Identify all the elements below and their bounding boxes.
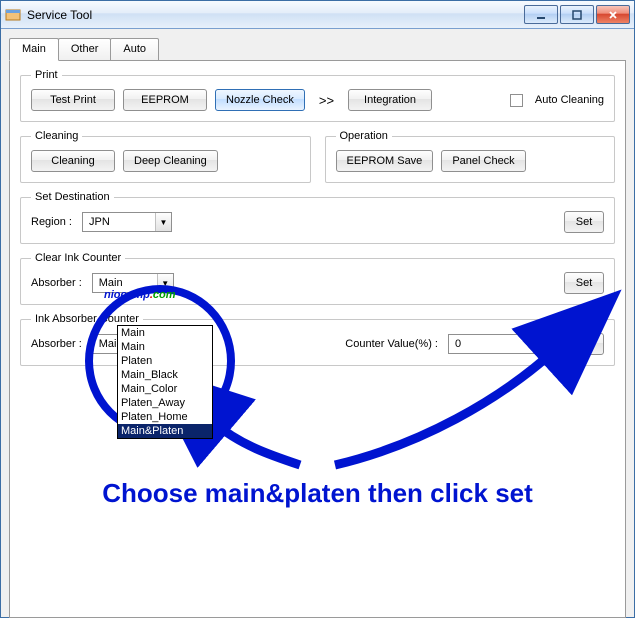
clear-ink-group: Clear Ink Counter Absorber : Main ▼ Set <box>20 252 615 305</box>
ink-absorber-legend: Ink Absorber Counter <box>31 313 143 325</box>
tab-panel-main: Print Test Print EEPROM Nozzle Check >> … <box>9 60 626 618</box>
print-legend: Print <box>31 69 62 81</box>
clear-absorber-select[interactable]: Main ▼ <box>92 273 174 293</box>
list-item[interactable]: Main <box>118 326 212 340</box>
region-select[interactable]: JPN ▼ <box>82 212 172 232</box>
list-item[interactable]: Main_Black <box>118 368 212 382</box>
counter-value-select[interactable]: 0 ▼ <box>448 334 554 354</box>
integration-button[interactable]: Integration <box>348 89 432 111</box>
region-label: Region : <box>31 216 72 228</box>
counter-value-label: Counter Value(%) : <box>345 338 438 350</box>
deep-cleaning-button[interactable]: Deep Cleaning <box>123 150 218 172</box>
clear-ink-legend: Clear Ink Counter <box>31 252 125 264</box>
region-value: JPN <box>83 216 155 228</box>
eeprom-button[interactable]: EEPROM <box>123 89 207 111</box>
auto-cleaning-label: Auto Cleaning <box>535 94 604 106</box>
list-item[interactable]: Platen_Home <box>118 410 212 424</box>
close-button[interactable] <box>596 5 630 24</box>
clear-absorber-value: Main <box>93 277 157 289</box>
list-item[interactable]: Platen <box>118 354 212 368</box>
cleaning-group: Cleaning Cleaning Deep Cleaning <box>20 130 311 183</box>
chevron-down-icon: ▼ <box>157 274 173 292</box>
clear-absorber-label: Absorber : <box>31 277 82 289</box>
client-area: Main Other Auto Print Test Print EEPROM … <box>1 29 634 617</box>
tab-strip: Main Other Auto <box>9 37 626 60</box>
panel-check-button[interactable]: Panel Check <box>441 150 525 172</box>
list-item-selected[interactable]: Main&Platen <box>118 424 212 438</box>
tab-auto[interactable]: Auto <box>110 38 159 61</box>
nozzle-check-button[interactable]: Nozzle Check <box>215 89 305 111</box>
app-icon <box>5 7 21 23</box>
list-item[interactable]: Main <box>118 340 212 354</box>
chevron-down-icon: ▼ <box>155 213 171 231</box>
cleaning-legend: Cleaning <box>31 130 82 142</box>
more-chevron: >> <box>313 93 340 108</box>
clear-ink-set-button[interactable]: Set <box>564 272 604 294</box>
tab-main[interactable]: Main <box>9 38 59 61</box>
set-destination-legend: Set Destination <box>31 191 114 203</box>
ink-absorber-label: Absorber : <box>31 338 82 350</box>
eeprom-save-button[interactable]: EEPROM Save <box>336 150 434 172</box>
maximize-button[interactable] <box>560 5 594 24</box>
list-item[interactable]: Platen_Away <box>118 396 212 410</box>
test-print-button[interactable]: Test Print <box>31 89 115 111</box>
operation-group: Operation EEPROM Save Panel Check <box>325 130 616 183</box>
ink-absorber-group: Ink Absorber Counter Absorber : Main ▼ C… <box>20 313 615 366</box>
list-item[interactable]: Main_Color <box>118 382 212 396</box>
ink-absorber-set-button[interactable]: Set <box>564 333 604 355</box>
print-group: Print Test Print EEPROM Nozzle Check >> … <box>20 69 615 122</box>
operation-legend: Operation <box>336 130 392 142</box>
auto-cleaning-checkbox[interactable] <box>510 94 523 107</box>
set-destination-group: Set Destination Region : JPN ▼ Set <box>20 191 615 244</box>
chevron-down-icon: ▼ <box>537 335 553 353</box>
window-title: Service Tool <box>27 8 522 22</box>
counter-value: 0 <box>449 338 537 350</box>
title-bar: Service Tool <box>1 1 634 29</box>
tab-other[interactable]: Other <box>58 38 112 61</box>
absorber-dropdown-list[interactable]: Main Main Platen Main_Black Main_Color P… <box>117 325 213 439</box>
minimize-button[interactable] <box>524 5 558 24</box>
app-window: Service Tool Main Other Auto Print Test … <box>0 0 635 618</box>
cleaning-button[interactable]: Cleaning <box>31 150 115 172</box>
dest-set-button[interactable]: Set <box>564 211 604 233</box>
